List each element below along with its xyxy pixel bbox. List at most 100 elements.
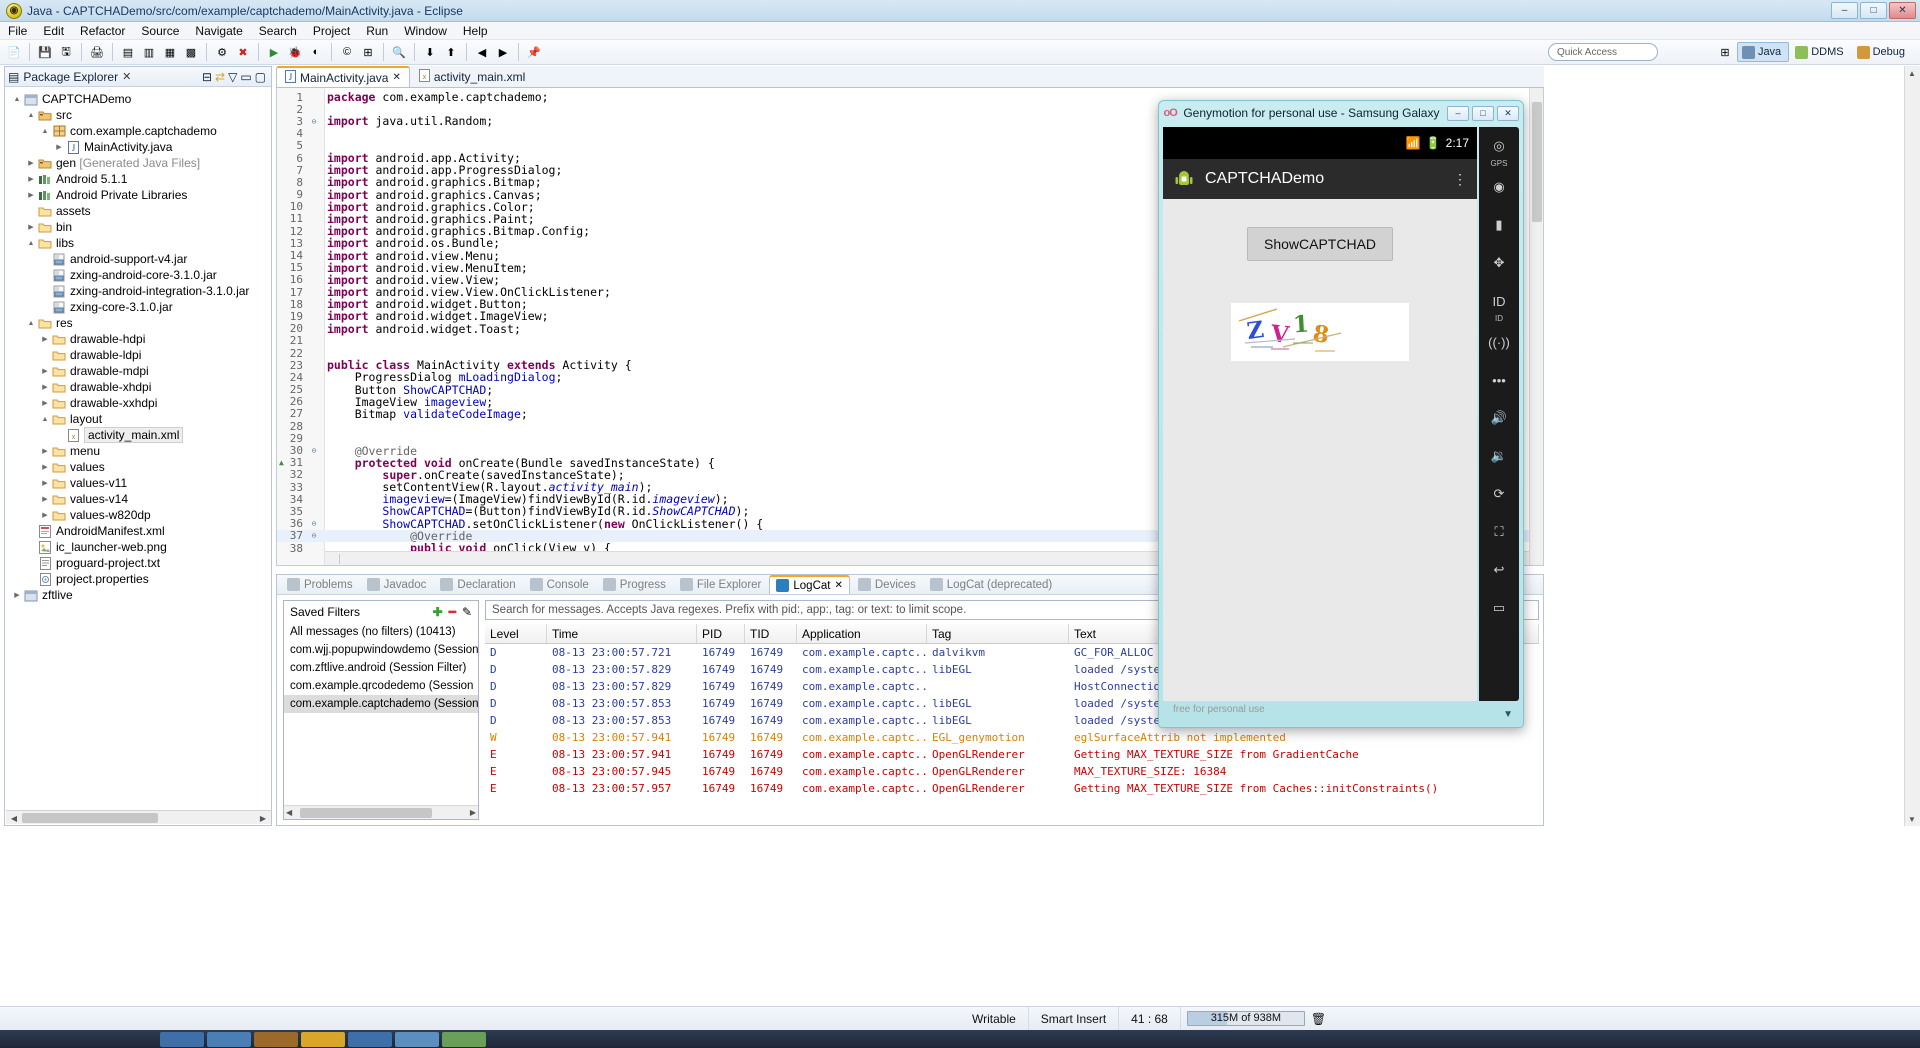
view-menu-icon[interactable]: ▽	[228, 70, 237, 84]
tree-expand-arrow[interactable]: ▲	[25, 112, 37, 119]
tree-item[interactable]: ▶ values-w820dp	[5, 507, 271, 523]
tree-item[interactable]: ▶ drawable-xhdpi	[5, 379, 271, 395]
tree-item[interactable]: ▶ J MainActivity.java	[5, 139, 271, 155]
fold-toggle-icon[interactable]: ⊖	[307, 519, 321, 528]
tree-item[interactable]: assets	[5, 203, 271, 219]
perspective-ddms[interactable]: DDMS	[1791, 42, 1850, 62]
tree-item[interactable]: ▶ zftlive	[5, 587, 271, 603]
logcat-row[interactable]: E 08-13 23:00:57.945 16749 16749 com.example…	[485, 763, 1539, 780]
tree-expand-arrow[interactable]: ▶	[53, 143, 65, 151]
tree-item[interactable]: ▲ src	[5, 107, 271, 123]
menu-item-file[interactable]: File	[0, 22, 35, 40]
error-marker-icon[interactable]: ✖	[233, 42, 253, 62]
tree-expand-arrow[interactable]: ▶	[39, 447, 51, 455]
logcat-row[interactable]: W 08-13 23:00:57.941 16749 16749 com.example…	[485, 729, 1539, 746]
logcat-column-header[interactable]: TID	[745, 624, 797, 643]
tree-expand-arrow[interactable]: ▶	[11, 591, 23, 599]
tree-item[interactable]: ▶ Android 5.1.1	[5, 171, 271, 187]
tree-expand-arrow[interactable]: ▶	[39, 383, 51, 391]
tree-item[interactable]: ▲ res	[5, 315, 271, 331]
scroll-left-icon[interactable]: ◀	[7, 812, 21, 824]
tree-item[interactable]: project.properties	[5, 571, 271, 587]
scroll-thumb[interactable]	[300, 808, 432, 818]
menu-item-refactor[interactable]: Refactor	[72, 22, 133, 40]
pin-editor-icon[interactable]: 📌	[524, 42, 544, 62]
tree-expand-arrow[interactable]: ▶	[39, 399, 51, 407]
tree-item[interactable]: ▲ libs	[5, 235, 271, 251]
menu-item-help[interactable]: Help	[455, 22, 496, 40]
taskbar-item[interactable]	[348, 1031, 392, 1047]
package-explorer-hscrollbar[interactable]: ◀ ▶	[6, 810, 271, 824]
tree-expand-arrow[interactable]: ▶	[39, 511, 51, 519]
more-icon[interactable]: •••	[1479, 361, 1519, 399]
scroll-thumb[interactable]	[1532, 102, 1542, 222]
tree-item[interactable]: zxing-android-core-3.1.0.jar	[5, 267, 271, 283]
tree-item[interactable]: ▶ menu	[5, 443, 271, 459]
perspective-debug[interactable]: Debug	[1853, 42, 1912, 62]
saved-filter-item[interactable]: com.example.captchademo (Session	[284, 695, 478, 713]
network-icon[interactable]: ((·))	[1479, 323, 1519, 361]
tree-item[interactable]: x activity_main.xml	[5, 427, 271, 443]
tree-expand-arrow[interactable]: ▶	[39, 335, 51, 343]
scroll-thumb[interactable]	[339, 554, 340, 564]
scroll-right-icon[interactable]: ▶	[256, 812, 270, 824]
scroll-right-icon[interactable]: ▶	[470, 808, 476, 817]
open-perspective-icon[interactable]: ⊞	[1715, 42, 1735, 62]
package-explorer-tree[interactable]: ▲ CAPTCHADemo ▲ src ▲ com.example.captchademo…	[5, 87, 271, 822]
build-icon[interactable]: ⚙	[212, 42, 232, 62]
tree-item[interactable]: drawable-ldpi	[5, 347, 271, 363]
scroll-down-icon[interactable]: ▼	[1905, 813, 1919, 825]
logcat-tab-logcat[interactable]: LogCat ✕	[769, 575, 850, 594]
menu-item-source[interactable]: Source	[133, 22, 187, 40]
scroll-up-icon[interactable]: ▲	[1905, 67, 1919, 79]
logcat-tab-console[interactable]: Console	[524, 575, 595, 594]
editor-tab-close-icon[interactable]: ✕	[392, 72, 400, 83]
save-all-icon[interactable]: 🖫	[56, 42, 76, 62]
rotate-icon[interactable]: ⟳	[1479, 475, 1519, 513]
tree-expand-arrow[interactable]: ▶	[39, 463, 51, 471]
logcat-tab-devices[interactable]: Devices	[852, 575, 922, 594]
editor-tab-1[interactable]: x activity_main.xml	[410, 66, 534, 87]
tree-item[interactable]: ▶ gen [Generated Java Files]	[5, 155, 271, 171]
logcat-tab-logcat-deprecated-[interactable]: LogCat (deprecated)	[924, 575, 1058, 594]
overflow-menu-icon[interactable]: ⋮	[1453, 172, 1467, 186]
tree-expand-arrow[interactable]: ▲	[25, 240, 37, 247]
android-avd-manager-icon[interactable]: ▥	[139, 42, 159, 62]
windows-taskbar[interactable]	[0, 1030, 1920, 1048]
saved-filters-list[interactable]: All messages (no filters) (10413) com.wjj…	[284, 623, 478, 713]
add-filter-icon[interactable]: ✚	[433, 605, 443, 619]
tree-expand-arrow[interactable]: ▶	[25, 191, 37, 199]
genymotion-maximize-button[interactable]: □	[1472, 105, 1494, 121]
menu-item-window[interactable]: Window	[396, 22, 455, 40]
tree-item[interactable]: ▶ drawable-hdpi	[5, 331, 271, 347]
logcat-tab-close-icon[interactable]: ✕	[834, 580, 842, 591]
taskbar-item[interactable]	[160, 1031, 204, 1047]
saved-filter-item[interactable]: com.wjj.popupwindowdemo (Session	[284, 641, 478, 659]
collapse-all-icon[interactable]: ⊟	[202, 70, 212, 84]
android-device-screen[interactable]: 📶 🔋 2:17 CAPTCHADemo ⋮ ShowCAPTCHAD Z V …	[1163, 127, 1477, 701]
close-button[interactable]: ✕	[1889, 2, 1916, 19]
link-with-editor-icon[interactable]: ⇄	[215, 70, 225, 84]
accelerometer-icon[interactable]: ✥	[1479, 244, 1519, 282]
editor-tab-0[interactable]: J MainActivity.java ✕	[276, 66, 410, 87]
tree-item[interactable]: ▶ drawable-xxhdpi	[5, 395, 271, 411]
fold-toggle-icon[interactable]: ⊖	[307, 446, 321, 455]
tree-expand-arrow[interactable]: ▲	[39, 128, 51, 135]
tree-expand-arrow[interactable]: ▶	[25, 223, 37, 231]
package-explorer-close-icon[interactable]: ✕	[122, 70, 131, 83]
logcat-row[interactable]: E 08-13 23:00:57.957 16749 16749 com.example…	[485, 780, 1539, 797]
tree-item[interactable]: zxing-core-3.1.0.jar	[5, 299, 271, 315]
saved-filter-item[interactable]: com.zftlive.android (Session Filter)	[284, 659, 478, 677]
minimize-button[interactable]: –	[1831, 2, 1858, 19]
menu-item-edit[interactable]: Edit	[35, 22, 72, 40]
logcat-tab-declaration[interactable]: Declaration	[434, 575, 521, 594]
taskbar-item[interactable]	[395, 1031, 439, 1047]
trash-icon[interactable]: 🗑	[1311, 1012, 1326, 1026]
minimize-view-icon[interactable]: ▭	[240, 70, 251, 84]
logcat-column-header[interactable]: Time	[547, 624, 697, 643]
previous-annotation-icon[interactable]: ⬆	[441, 42, 461, 62]
tree-item[interactable]: ic_launcher-web.png	[5, 539, 271, 555]
quick-access-input[interactable]: Quick Access	[1548, 43, 1658, 61]
search-icon[interactable]: 🔍	[389, 42, 409, 62]
new-package-icon[interactable]: ⊞	[358, 42, 378, 62]
